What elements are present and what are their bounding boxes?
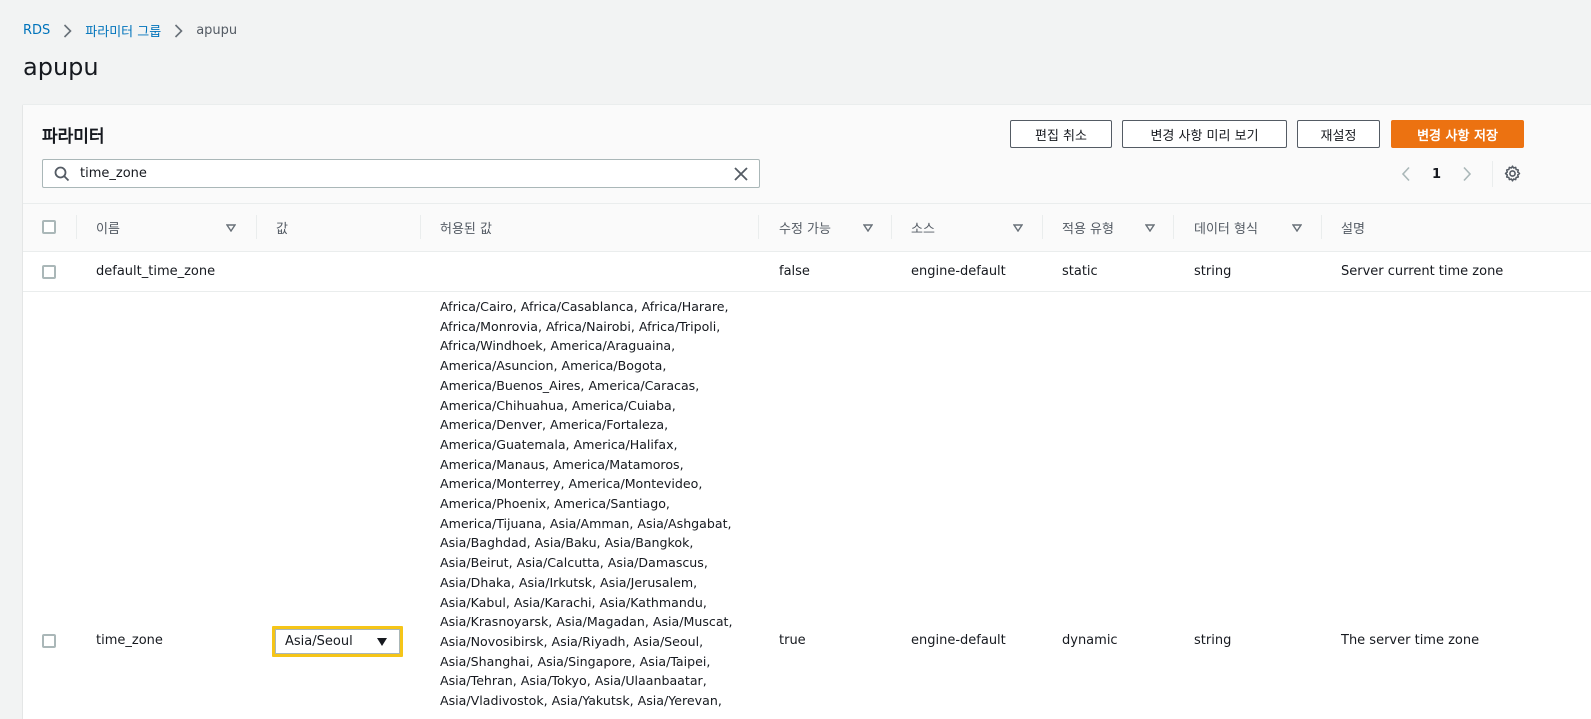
- table-header: 이름 값 허용된 값 수정 가능 소스 적용 유형 데이터 형식 설명: [23, 203, 1591, 252]
- divider: [1492, 161, 1493, 187]
- column-header-data-type[interactable]: 데이터 형식: [1194, 204, 1314, 251]
- page-number[interactable]: 1: [1432, 167, 1441, 182]
- column-header-modifiable[interactable]: 수정 가능: [779, 204, 889, 251]
- search-icon: [54, 166, 70, 182]
- value-select-current: Asia/Seoul: [285, 634, 353, 649]
- search-input-value[interactable]: time_zone: [80, 166, 733, 181]
- settings-gear-icon[interactable]: [1504, 165, 1521, 182]
- table-row: default_time_zone false engine-default s…: [23, 252, 1591, 292]
- column-divider: [1042, 215, 1043, 239]
- allowed-values: Africa/Cairo, Africa/Casablanca, Africa/…: [440, 299, 733, 709]
- column-label: 허용된 값: [440, 222, 492, 237]
- column-header-description[interactable]: 설명: [1341, 204, 1541, 251]
- source-value: engine-default: [911, 633, 1006, 648]
- column-header-allowed-values[interactable]: 허용된 값: [440, 204, 740, 251]
- column-divider: [1321, 215, 1322, 239]
- column-header-name[interactable]: 이름: [96, 204, 246, 251]
- column-divider: [256, 215, 257, 239]
- dropdown-caret-icon: [376, 637, 388, 647]
- panel-header: 파라미터 편집 취소 변경 사항 미리 보기 재설정 변경 사항 저장 time…: [23, 105, 1591, 203]
- column-divider: [420, 215, 421, 239]
- column-label: 적용 유형: [1062, 222, 1114, 237]
- pagination: 1: [1399, 163, 1474, 185]
- table-row: time_zone Asia/Seoul Africa/Cairo, Afric…: [23, 293, 1591, 719]
- modifiable-value: false: [779, 264, 810, 279]
- column-divider: [76, 215, 77, 239]
- description-value: The server time zone: [1341, 633, 1480, 648]
- apply-type-value: dynamic: [1062, 633, 1118, 648]
- breadcrumb-link-rds[interactable]: RDS: [23, 23, 50, 38]
- data-type-value: string: [1194, 633, 1232, 648]
- apply-type-value: static: [1062, 264, 1098, 279]
- row-checkbox[interactable]: [42, 265, 56, 279]
- chevron-right-icon: [174, 23, 183, 38]
- column-label: 소스: [911, 222, 935, 237]
- chevron-left-icon[interactable]: [1399, 166, 1413, 182]
- column-divider: [891, 215, 892, 239]
- column-label: 데이터 형식: [1194, 222, 1258, 237]
- column-divider: [1173, 215, 1174, 239]
- reset-button[interactable]: 재설정: [1297, 120, 1380, 148]
- clear-icon[interactable]: [733, 166, 749, 182]
- breadcrumb-link-parameter-groups[interactable]: 파라미터 그룹: [85, 21, 161, 40]
- parameters-panel: 파라미터 편집 취소 변경 사항 미리 보기 재설정 변경 사항 저장 time…: [23, 104, 1591, 719]
- column-label: 값: [276, 222, 288, 237]
- chevron-right-icon: [63, 23, 72, 38]
- row-checkbox[interactable]: [42, 634, 56, 648]
- column-label: 이름: [96, 222, 120, 237]
- column-divider: [758, 215, 759, 239]
- save-changes-button[interactable]: 변경 사항 저장: [1391, 120, 1524, 148]
- modifiable-value: true: [779, 633, 806, 648]
- cancel-edit-button[interactable]: 편집 취소: [1010, 120, 1112, 148]
- column-header-apply-type[interactable]: 적용 유형: [1062, 204, 1162, 251]
- sort-caret-icon[interactable]: [1145, 223, 1155, 232]
- parameter-name: default_time_zone: [96, 264, 216, 279]
- breadcrumb-current: apupu: [196, 23, 238, 38]
- parameter-name: time_zone: [96, 633, 163, 648]
- sort-caret-icon[interactable]: [1013, 223, 1023, 232]
- value-select-highlight: Asia/Seoul: [272, 626, 403, 657]
- sort-caret-icon[interactable]: [863, 223, 873, 232]
- sort-caret-icon[interactable]: [1292, 223, 1302, 232]
- data-type-value: string: [1194, 264, 1232, 279]
- panel-title: 파라미터: [42, 127, 105, 147]
- description-value: Server current time zone: [1341, 264, 1504, 279]
- column-label: 수정 가능: [779, 222, 831, 237]
- column-header-value[interactable]: 값: [276, 204, 416, 251]
- value-select[interactable]: Asia/Seoul: [275, 629, 400, 654]
- search-input[interactable]: time_zone: [42, 159, 760, 188]
- chevron-right-icon[interactable]: [1460, 166, 1474, 182]
- breadcrumb: RDS 파라미터 그룹 apupu: [23, 21, 237, 40]
- column-label: 설명: [1341, 222, 1365, 237]
- select-all-checkbox[interactable]: [42, 220, 56, 234]
- column-header-source[interactable]: 소스: [911, 204, 1031, 251]
- page-title: apupu: [23, 53, 99, 81]
- preview-changes-button[interactable]: 변경 사항 미리 보기: [1122, 120, 1287, 148]
- sort-caret-icon[interactable]: [226, 223, 236, 232]
- source-value: engine-default: [911, 264, 1006, 279]
